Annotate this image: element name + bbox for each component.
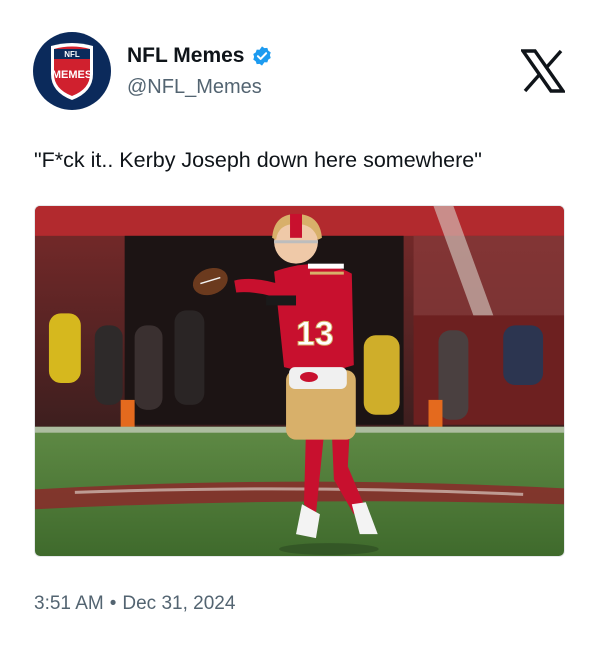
avatar[interactable]: NFL MEMES — [33, 32, 111, 110]
timestamp-separator: • — [109, 593, 117, 614]
svg-text:13: 13 — [296, 315, 334, 353]
verified-badge-icon — [253, 46, 272, 66]
svg-text:NFL: NFL — [64, 50, 80, 59]
tweet-media-photo[interactable]: 13 — [34, 205, 565, 557]
nfl-memes-shield-logo-icon: NFL MEMES — [51, 43, 93, 100]
tweet-time: 3:51 AM — [34, 593, 104, 614]
display-name[interactable]: NFL Memes — [127, 44, 244, 68]
account-handle[interactable]: @NFL_Memes — [127, 75, 273, 99]
tweet-timestamp[interactable]: 3:51 AM • Dec 31, 2024 — [34, 592, 235, 616]
svg-text:MEMES: MEMES — [52, 69, 92, 81]
football-player-photo: 13 — [35, 206, 564, 556]
tweet-text: "F*ck it.. Kerby Joseph down here somewh… — [34, 148, 482, 172]
account-header: NFL Memes @NFL_Memes — [127, 44, 273, 99]
tweet-date: Dec 31, 2024 — [122, 593, 236, 614]
x-logo-icon[interactable] — [521, 49, 565, 93]
